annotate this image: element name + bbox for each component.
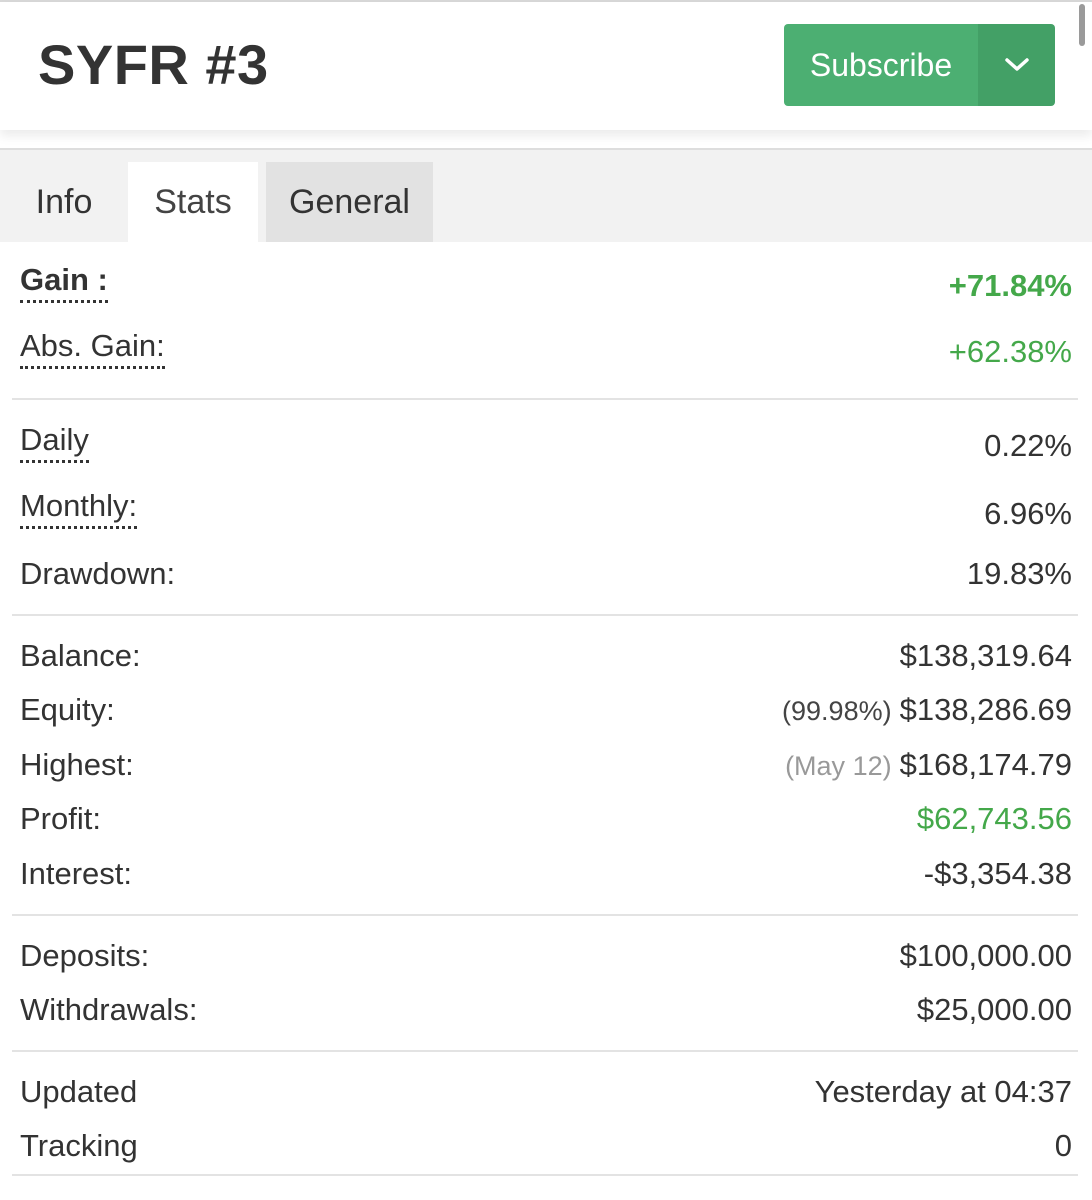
drawdown-value: 19.83%: [966, 556, 1072, 591]
equity-value: $138,286.69: [899, 692, 1072, 727]
stat-row-profit: Profit: $62,743.56: [20, 801, 1072, 841]
highest-value-group: (May 12) $168,174.79: [785, 747, 1072, 783]
tracking-label: Tracking: [20, 1128, 138, 1163]
gain-label[interactable]: Gain :: [20, 262, 108, 303]
updated-label: Updated: [20, 1074, 138, 1109]
tab-stats[interactable]: Stats: [128, 162, 258, 242]
deposits-value: $100,000.00: [899, 938, 1072, 973]
interest-value: -$3,354.38: [923, 856, 1072, 891]
daily-value: 0.22%: [984, 428, 1072, 463]
stat-row-monthly: Monthly: 6.96%: [20, 488, 1072, 531]
stat-row-updated: Updated Yesterday at 04:37: [20, 1074, 1072, 1114]
stat-row-daily: Daily 0.22%: [20, 422, 1072, 463]
subscribe-button[interactable]: Subscribe: [784, 24, 978, 106]
monthly-value: 6.96%: [984, 496, 1072, 531]
balance-value: $138,319.64: [899, 638, 1072, 673]
divider: [12, 914, 1078, 916]
interest-label: Interest:: [20, 856, 132, 891]
divider: [12, 614, 1078, 616]
subscribe-button-group: Subscribe: [784, 24, 1055, 106]
stat-row-drawdown: Drawdown: 19.83%: [20, 556, 1072, 596]
monthly-label[interactable]: Monthly:: [20, 488, 138, 529]
updated-value: Yesterday at 04:37: [814, 1074, 1072, 1109]
stat-row-balance: Balance: $138,319.64: [20, 638, 1072, 678]
highest-date-note: (May 12): [785, 751, 892, 781]
page-title: SYFR #3: [38, 33, 269, 96]
equity-percent-note: (99.98%): [782, 696, 892, 726]
equity-value-group: (99.98%) $138,286.69: [782, 692, 1072, 728]
withdrawals-value: $25,000.00: [916, 992, 1072, 1027]
stat-row-deposits: Deposits: $100,000.00: [20, 938, 1072, 978]
drawdown-label: Drawdown:: [20, 556, 176, 591]
abs-gain-label[interactable]: Abs. Gain:: [20, 328, 165, 369]
divider: [12, 1174, 1078, 1176]
subscribe-dropdown-button[interactable]: [978, 24, 1055, 106]
stat-row-equity: Equity: (99.98%) $138,286.69: [20, 692, 1072, 732]
page: SYFR #3 Subscribe Info Stats General Gai…: [0, 0, 1092, 1200]
daily-label[interactable]: Daily: [20, 422, 89, 463]
stat-row-highest: Highest: (May 12) $168,174.79: [20, 747, 1072, 787]
highest-value: $168,174.79: [899, 747, 1072, 782]
stat-row-interest: Interest: -$3,354.38: [20, 856, 1072, 896]
stat-row-gain: Gain : +71.84%: [20, 262, 1072, 303]
abs-gain-value: +62.38%: [948, 334, 1072, 369]
stat-row-withdrawals: Withdrawals: $25,000.00: [20, 992, 1072, 1032]
gain-value: +71.84%: [948, 268, 1072, 303]
chevron-down-icon: [1004, 58, 1029, 71]
profit-label: Profit:: [20, 801, 101, 836]
stat-row-abs-gain: Abs. Gain: +62.38%: [20, 328, 1072, 369]
deposits-label: Deposits:: [20, 938, 150, 973]
divider: [12, 1050, 1078, 1052]
profit-value: $62,743.56: [916, 801, 1072, 836]
balance-label: Balance:: [20, 638, 141, 673]
equity-label: Equity:: [20, 692, 115, 727]
highest-label: Highest:: [20, 747, 134, 782]
withdrawals-label: Withdrawals:: [20, 992, 198, 1027]
stat-row-tracking: Tracking 0: [20, 1128, 1072, 1168]
divider: [12, 398, 1078, 400]
tab-info[interactable]: Info: [0, 162, 128, 242]
tracking-value: 0: [1054, 1128, 1072, 1163]
tab-general[interactable]: General: [266, 162, 433, 242]
tab-bar: Info Stats General: [0, 148, 1092, 242]
scrollbar[interactable]: [1079, 4, 1085, 46]
header: SYFR #3 Subscribe: [0, 2, 1092, 130]
